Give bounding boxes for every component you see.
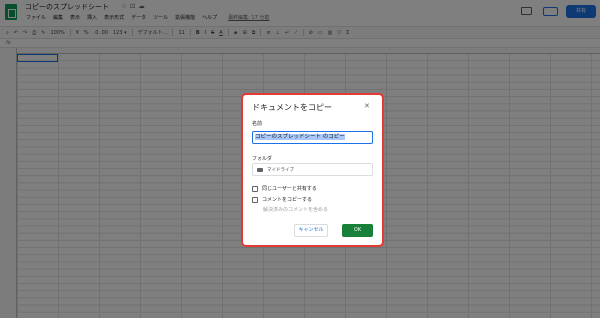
share-same-users-label: 同じユーザーと共有する [262,186,317,192]
share-same-users-checkbox[interactable] [252,185,258,192]
folder-icon [257,168,263,172]
copy-comments-checkbox[interactable] [252,196,258,203]
include-resolved-option: 解決済みのコメントを含める [263,206,328,213]
share-same-users-option[interactable]: 同じユーザーと共有する [252,185,317,192]
name-input-value: コピーのスプレッドシート のコピー [255,134,345,140]
copy-comments-option[interactable]: コメントをコピーする [252,196,312,203]
folder-name: マイドライブ [267,168,294,173]
ok-button[interactable]: OK [342,224,373,237]
include-resolved-label: 解決済みのコメントを含める [263,207,329,213]
folder-label: フォルダ [252,156,273,162]
copy-comments-label: コメントをコピーする [262,197,313,203]
close-icon[interactable]: ✕ [364,103,370,110]
dialog-title: ドキュメントをコピー [252,103,332,112]
folder-picker[interactable]: マイドライブ [252,163,373,176]
copy-document-dialog: ドキュメントをコピー ✕ 名前 コピーのスプレッドシート のコピー フォルダ マ… [244,96,381,244]
name-input[interactable]: コピーのスプレッドシート のコピー [252,131,373,144]
name-label: 名前 [252,121,263,127]
cancel-button[interactable]: キャンセル [294,224,328,237]
